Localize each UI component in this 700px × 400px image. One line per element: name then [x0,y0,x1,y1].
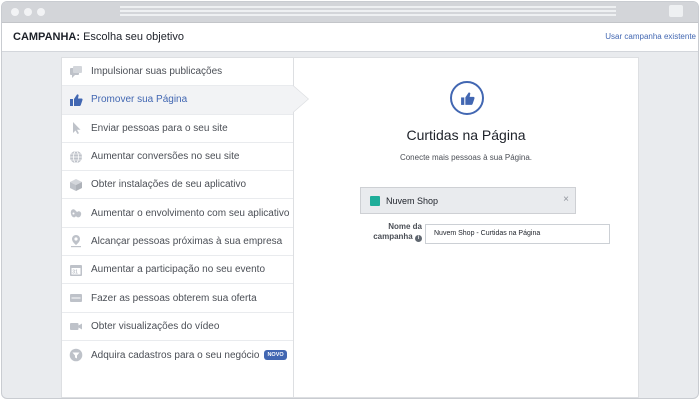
location-pin-icon [69,234,83,248]
objective-label: Alcançar pessoas próximas à sua empresa [91,235,283,247]
window-close-dot[interactable] [11,8,19,16]
title-bold: CAMPANHA: [13,31,81,43]
globe-icon [69,150,83,164]
window-minimize-dot[interactable] [24,8,32,16]
objective-item-app-engagement[interactable]: Aumentar o envolvimento com seu aplicati… [62,199,293,228]
titlebar-line [120,6,616,8]
objective-label: Adquira cadastros para o seu negócio NOVO [91,349,287,361]
window-maximize-dot[interactable] [37,8,45,16]
funnel-icon [69,348,83,362]
title-rest: Escolha seu objetivo [83,31,184,43]
video-camera-icon [69,319,83,333]
objective-panel: Impulsionar suas publicações Promover su… [61,57,639,398]
campaign-name-label-line2: campanha [373,232,413,241]
objective-list: Impulsionar suas publicações Promover su… [62,58,309,397]
cube-icon [69,178,83,192]
objective-item-video-views[interactable]: Obter visualizações do vídeo [62,313,293,341]
use-existing-campaign-link[interactable]: Usar campanha existente [605,32,696,41]
objective-item-offer-claims[interactable]: Fazer as pessoas obterem sua oferta [62,284,293,313]
gamepad-icon [69,206,83,220]
objective-item-local-awareness[interactable]: Alcançar pessoas próximas à sua empresa [62,228,293,257]
svg-text:31: 31 [72,269,78,275]
page-thumbnail [370,196,380,206]
browser-titlebar [2,2,698,23]
ticket-icon [69,291,83,305]
objective-item-website-traffic[interactable]: Enviar pessoas para o seu site [62,115,293,143]
objective-item-app-installs[interactable]: Obter instalações de seu aplicativo [62,171,293,200]
thumbs-up-icon [450,81,484,115]
objective-label: Aumentar conversões no seu site [91,151,240,163]
info-icon[interactable]: i [415,235,422,242]
page-name: Nuvem Shop [386,196,439,206]
page-title: CAMPANHA: Escolha seu objetivo [13,31,184,43]
objective-label: Fazer as pessoas obterem sua oferta [91,292,257,304]
comments-icon [69,65,83,79]
objective-label-text: Adquira cadastros para o seu negócio [91,349,260,361]
campaign-name-label-line1: Nome da [388,222,422,231]
cursor-icon [69,121,83,135]
close-icon[interactable]: × [563,194,569,205]
objective-label: Obter visualizações do vídeo [91,320,220,332]
objective-item-event-responses[interactable]: 31 Aumentar a participação no seu evento [62,256,293,285]
objective-label: Promover sua Página [91,94,188,106]
thumbs-up-icon [69,93,83,107]
calendar-icon: 31 [69,263,83,277]
objective-item-promote-page[interactable]: Promover sua Página [62,85,309,115]
objective-subtitle: Conecte mais pessoas à sua Página. [399,153,533,162]
objective-title: Curtidas na Página [406,127,526,143]
campaign-name-label: Nome da campanha i [344,222,422,242]
objective-label: Obter instalações de seu aplicativo [91,179,247,191]
objective-item-conversions[interactable]: Aumentar conversões no seu site [62,143,293,172]
campaign-header: CAMPANHA: Escolha seu objetivo Usar camp… [2,23,698,52]
objective-item-lead-generation[interactable]: Adquira cadastros para o seu negócio NOVO [62,341,293,369]
objective-detail: Curtidas na Página Conecte mais pessoas … [294,58,638,397]
objective-label: Impulsionar suas publicações [91,66,223,78]
titlebar-line [120,10,616,12]
titlebar-button[interactable] [669,5,683,17]
page-selector[interactable]: Nuvem Shop × [360,187,576,214]
objective-label: Aumentar o envolvimento com seu aplicati… [91,207,290,219]
browser-window: CAMPANHA: Escolha seu objetivo Usar camp… [1,1,699,399]
objective-item-boost-posts[interactable]: Impulsionar suas publicações [62,58,293,87]
campaign-name-input[interactable]: Nuvem Shop - Curtidas na Página [425,224,610,244]
objective-label: Aumentar a participação no seu evento [91,264,265,276]
new-badge: NOVO [264,349,287,360]
titlebar-line [120,14,616,16]
objective-label: Enviar pessoas para o seu site [91,122,228,134]
